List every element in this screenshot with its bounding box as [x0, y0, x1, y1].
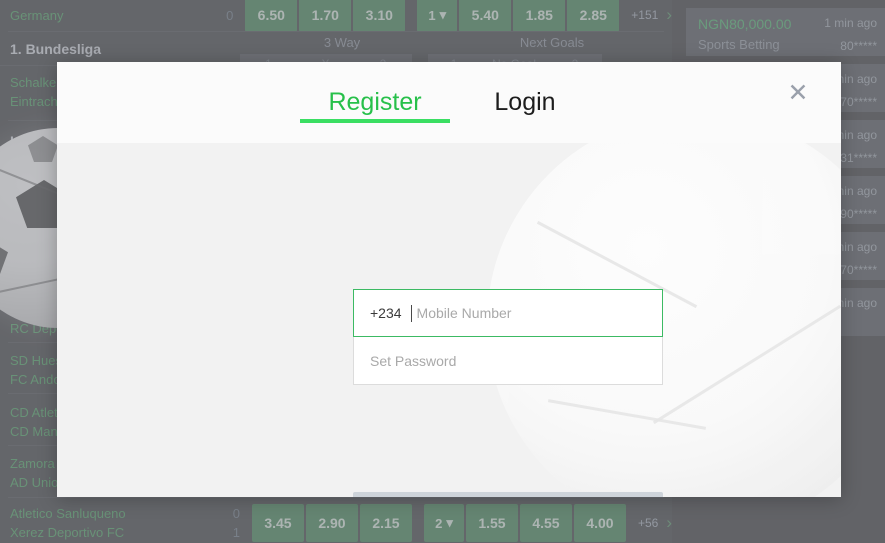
- app-screen: Germany 0 6.50 1.70 3.10 1 ▾ 5.40 1.85 2…: [0, 0, 885, 543]
- close-icon[interactable]: ✕: [785, 80, 811, 106]
- create-account-button[interactable]: Create New Account: [353, 492, 663, 497]
- tab-register[interactable]: Register: [300, 62, 450, 143]
- auth-tabs: Register Login: [300, 62, 600, 143]
- password-placeholder: Set Password: [370, 352, 457, 369]
- modal-header: Register Login ✕: [57, 62, 841, 143]
- auth-modal: Register Login ✕ +234 Mobile Number Set …: [57, 62, 841, 497]
- text-cursor: [410, 304, 412, 322]
- register-form: +234 Mobile Number Set Password: [353, 289, 663, 385]
- modal-body: +234 Mobile Number Set Password Create N…: [57, 143, 841, 497]
- mobile-number-field[interactable]: +234 Mobile Number: [353, 289, 663, 337]
- mobile-number-placeholder: Mobile Number: [416, 305, 512, 321]
- password-field[interactable]: Set Password: [353, 337, 663, 385]
- country-code-label: +234: [370, 305, 402, 321]
- tab-login[interactable]: Login: [450, 62, 600, 143]
